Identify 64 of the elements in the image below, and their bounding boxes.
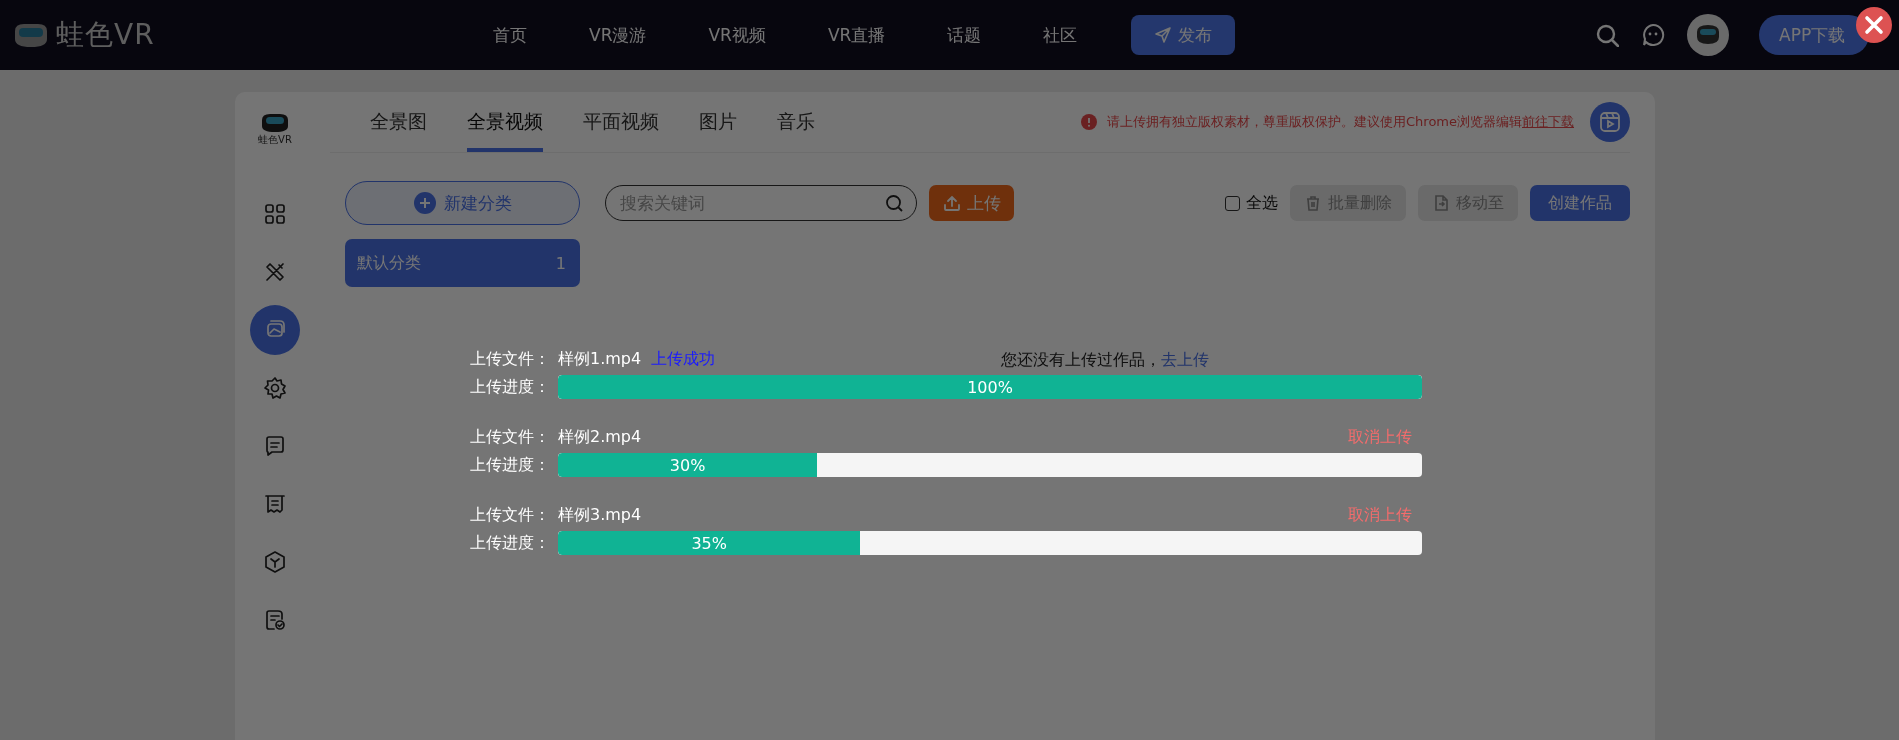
publish-button[interactable]: 发布 <box>1131 15 1236 55</box>
nav-link[interactable]: 社区 <box>1043 23 1078 47</box>
tab[interactable]: 图片 <box>699 92 737 152</box>
plus-icon <box>413 192 436 214</box>
video-editor-icon[interactable] <box>1590 102 1630 142</box>
cancel-upload-link[interactable]: 取消上传 <box>1348 426 1412 448</box>
category-count: 1 <box>555 253 566 273</box>
paper-plane-icon <box>1154 26 1173 44</box>
app-download-button[interactable]: APP下载 <box>1759 15 1869 55</box>
file-name: 样例1.mp4 <box>558 348 642 370</box>
search-icon[interactable] <box>1595 23 1619 47</box>
file-name: 样例3.mp4 <box>558 504 642 526</box>
grid-icon <box>263 202 287 226</box>
close-icon[interactable] <box>1856 7 1892 43</box>
nav-link[interactable]: 首页 <box>493 23 527 47</box>
field-label: 上传文件： <box>470 504 551 526</box>
checkbox-label[interactable]: 全选 <box>1246 192 1278 214</box>
field-label: 上传文件： <box>470 348 551 370</box>
category-name: 默认分类 <box>357 252 421 274</box>
field-label: 上传文件： <box>470 426 551 448</box>
upload-status: 上传成功 <box>651 348 716 370</box>
cube-icon <box>263 550 287 574</box>
checkbox[interactable] <box>1225 195 1240 211</box>
progress-reading: 35% <box>691 533 727 553</box>
avatar-icon[interactable] <box>1687 14 1729 56</box>
site-logo[interactable]: 蛙色VR <box>56 16 155 54</box>
field-label: 上传进度： <box>470 376 551 398</box>
new-category-button[interactable]: 新建分类 <box>345 181 580 225</box>
empty-message: 您还没有上传过作品， <box>1001 350 1161 369</box>
cancel-upload-link[interactable]: 取消上传 <box>1348 504 1412 526</box>
category-item[interactable]: 默认分类 1 <box>345 239 580 287</box>
message-icon <box>263 434 287 458</box>
tab[interactable]: 全景图 <box>370 92 427 152</box>
tools-icon <box>263 260 287 284</box>
progress-reading: 30% <box>669 455 706 475</box>
nav-link[interactable]: VR漫游 <box>589 23 647 47</box>
nav-link[interactable]: VR视频 <box>708 23 766 47</box>
progress-reading: 100% <box>967 377 1013 397</box>
tab[interactable]: 平面视频 <box>583 92 659 152</box>
notice-text: 请上传拥有独立版权素材，尊重版权保护。建议使用Chrome浏览器编辑 <box>1107 113 1522 131</box>
tab[interactable]: 全景视频 <box>467 92 543 152</box>
receipt-icon <box>263 492 287 516</box>
sidebar-item[interactable] <box>250 305 300 355</box>
nav-link[interactable]: 话题 <box>947 23 982 47</box>
nav-link[interactable]: VR直播 <box>827 23 886 47</box>
upload-button[interactable]: 上传 <box>929 185 1014 221</box>
go-upload-link[interactable]: 去上传 <box>1161 350 1209 369</box>
field-label: 上传进度： <box>470 532 551 554</box>
alert-icon <box>1081 114 1097 130</box>
trash-icon <box>1304 194 1322 212</box>
logo-caption: 蛙色VR <box>258 133 292 147</box>
search-icon[interactable] <box>885 194 903 212</box>
chat-bubble-icon[interactable] <box>1641 23 1665 47</box>
headset-logo-icon <box>260 112 290 134</box>
file-name: 样例2.mp4 <box>558 426 642 448</box>
create-button[interactable]: 创建作品 <box>1530 185 1630 221</box>
tab[interactable]: 音乐 <box>777 92 815 152</box>
headset-logo-icon <box>12 21 50 49</box>
upload-icon <box>942 194 961 212</box>
download-link[interactable]: 前往下载 <box>1522 113 1574 131</box>
document-icon <box>1432 194 1450 212</box>
field-label: 上传进度： <box>470 454 551 476</box>
gear-icon <box>263 376 287 400</box>
checklist-icon <box>263 608 287 632</box>
